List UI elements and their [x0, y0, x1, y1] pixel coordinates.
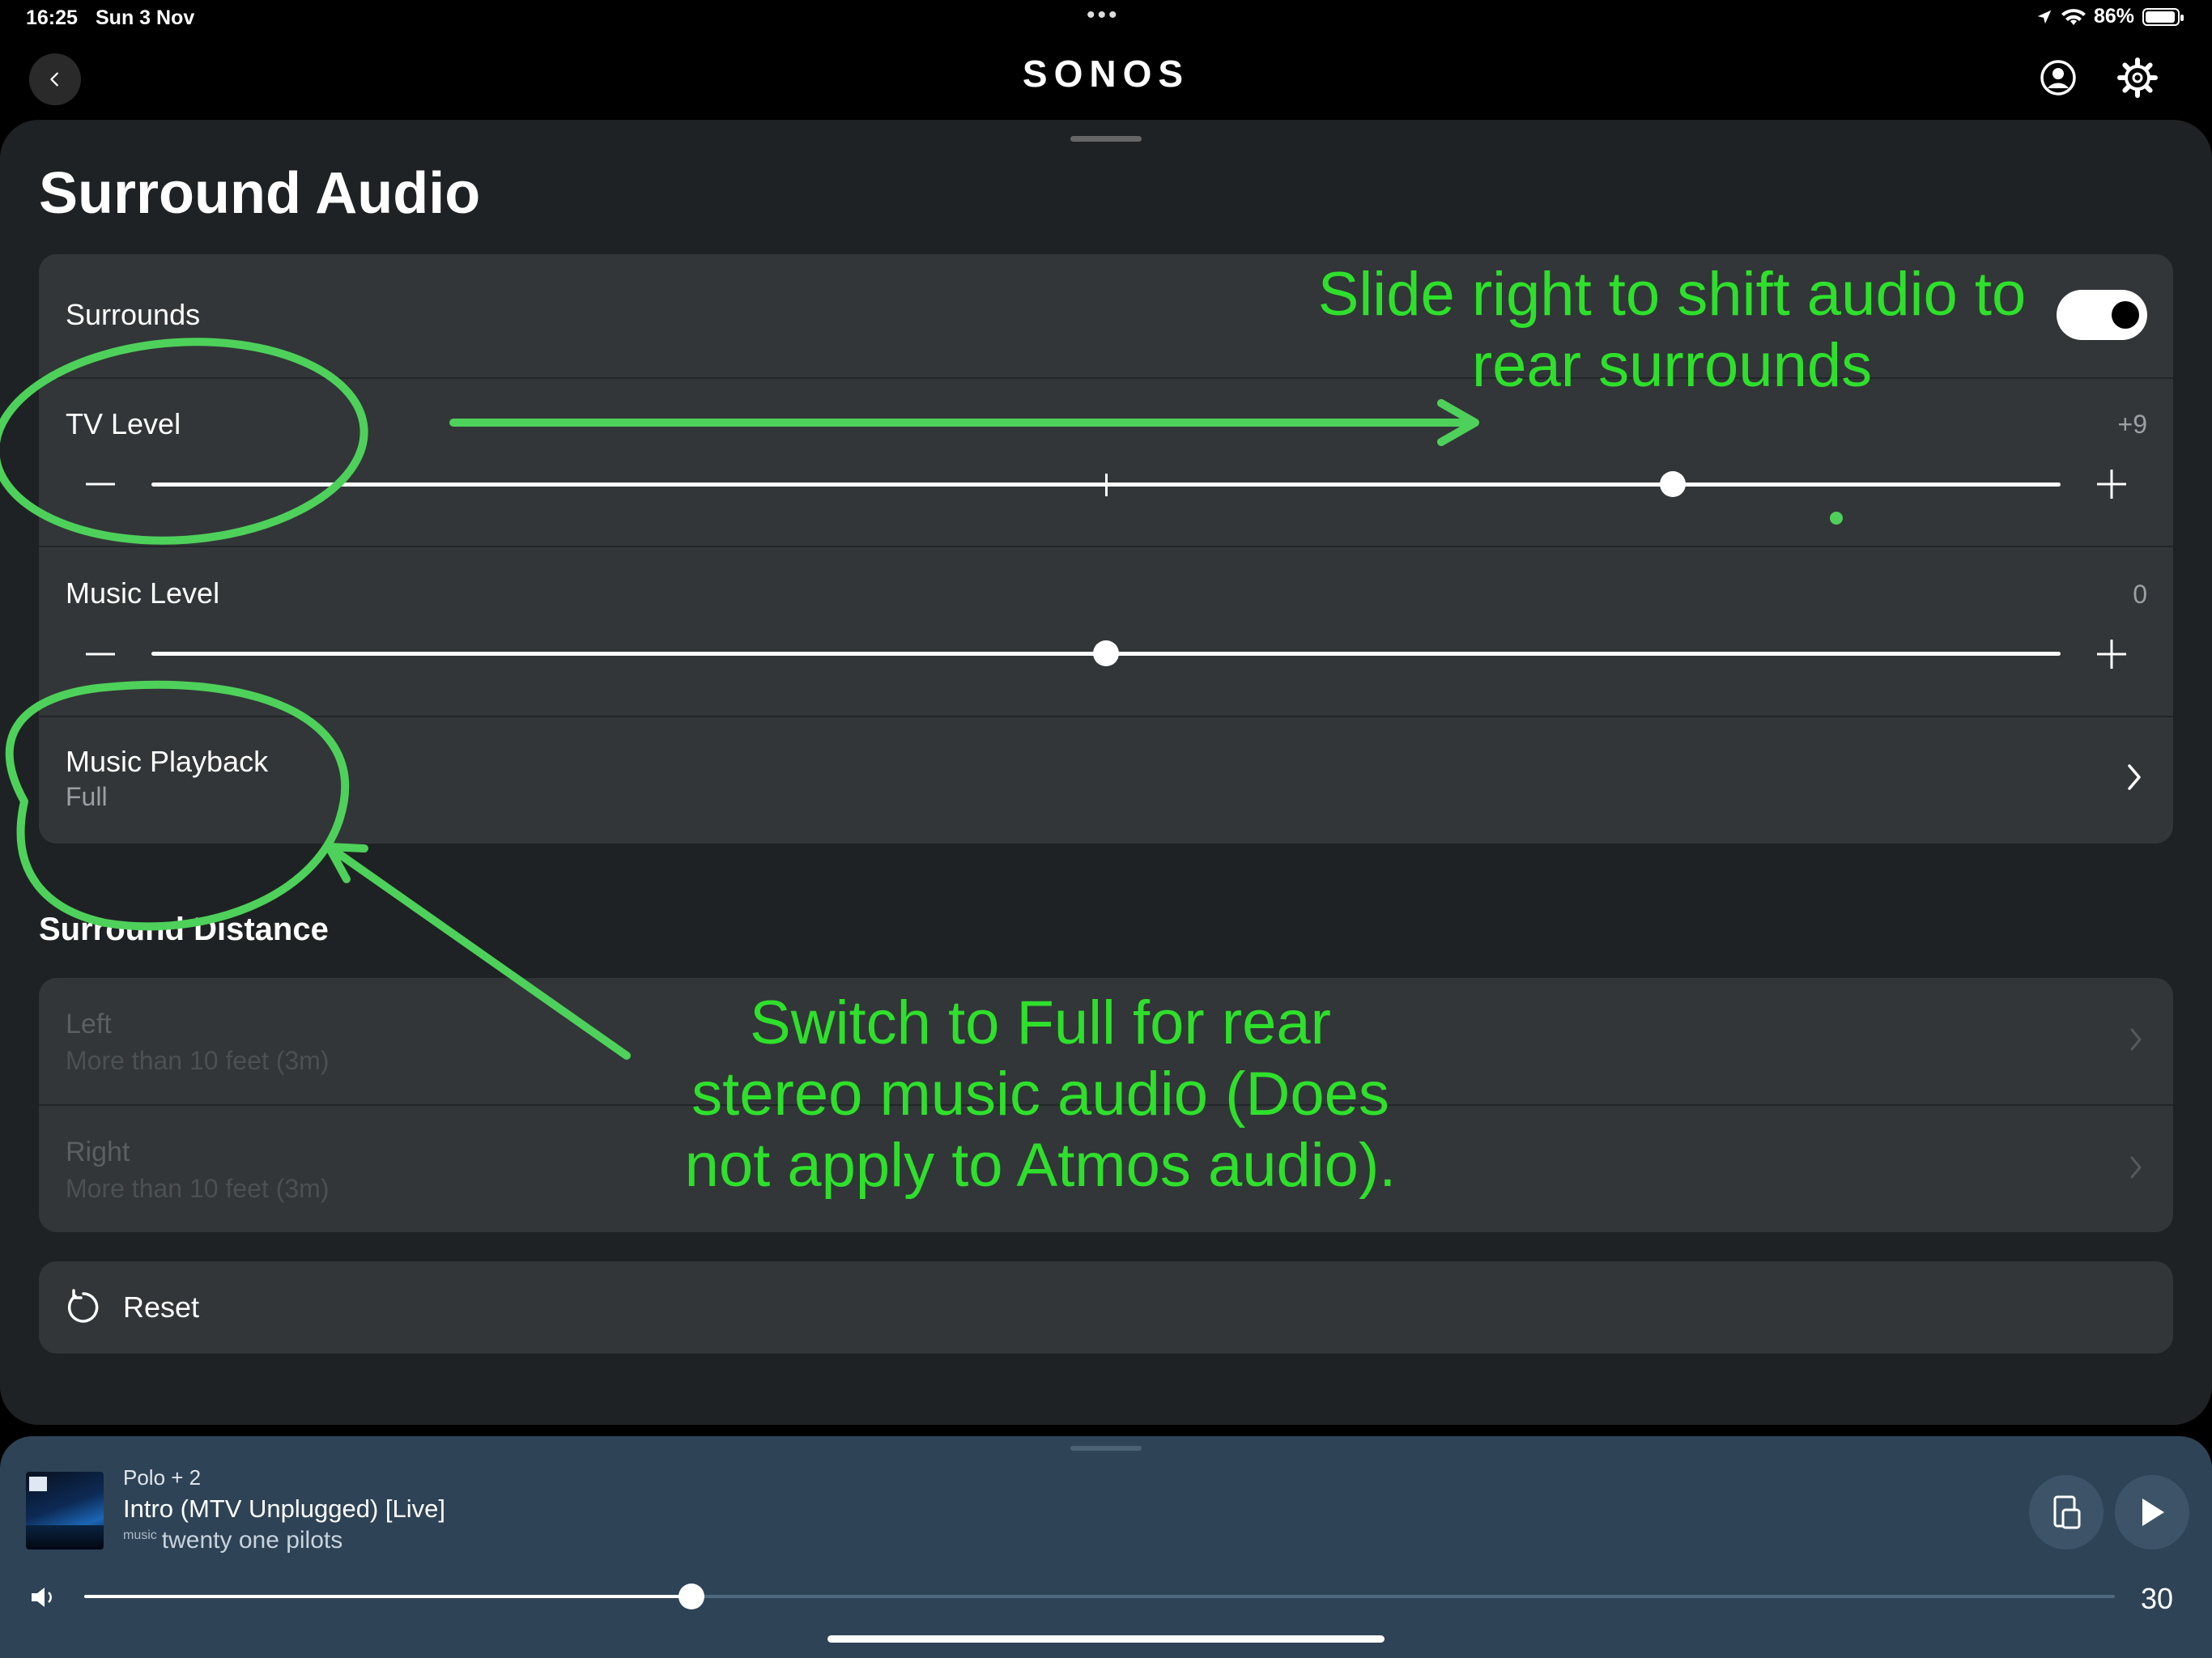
volume-icon [32, 1588, 52, 1607]
player-grabber[interactable] [1070, 1446, 1142, 1451]
home-indicator[interactable] [827, 1635, 1385, 1643]
annotation-text-bottom: Switch to Full for rear stereo music aud… [684, 988, 1397, 1200]
volume-slider-thumb[interactable] [678, 1584, 704, 1609]
player-artist: music twenty one pilots [123, 1527, 342, 1554]
play-button[interactable] [2115, 1475, 2189, 1550]
volume-slider-fill [84, 1595, 691, 1598]
annotation-text-top: Slide right to shift audio to rear surro… [1317, 260, 2027, 400]
player-artist-name: twenty one pilots [161, 1527, 343, 1554]
player-track-title: Intro (MTV Unplugged) [Live] [123, 1494, 446, 1523]
annotation-dot [1830, 512, 1843, 525]
annotation-overlay [0, 338, 1843, 1060]
album-art[interactable] [26, 1472, 104, 1550]
volume-value: 30 [2140, 1582, 2173, 1615]
output-device-button[interactable] [2029, 1475, 2104, 1550]
annotation-circle-tv-level [0, 338, 368, 545]
player-room: Polo + 2 [123, 1465, 202, 1490]
annotation-circle-music-playback [5, 680, 350, 931]
annotation-arrow-left [330, 846, 631, 1060]
speaker-group-icon [2053, 1495, 2081, 1529]
amazon-music-icon: music [123, 1528, 157, 1542]
play-icon [2142, 1499, 2164, 1526]
